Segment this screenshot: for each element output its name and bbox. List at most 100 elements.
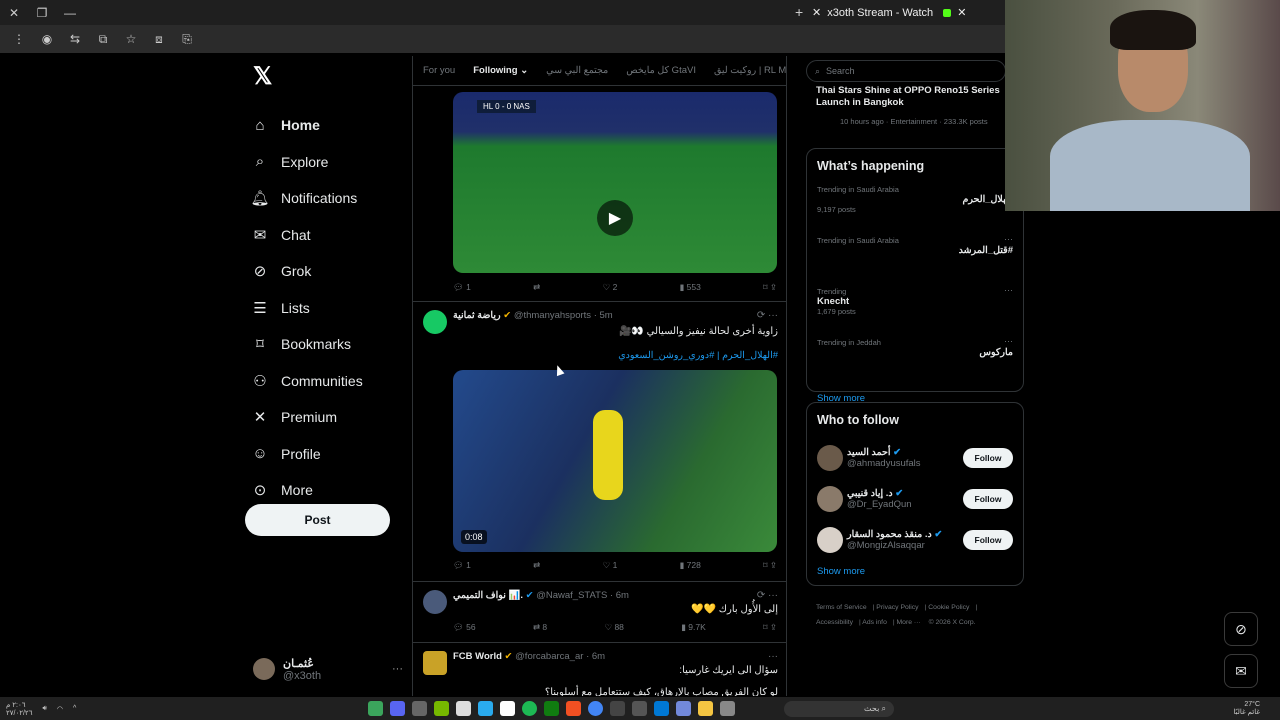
top-story[interactable]: Thai Stars Shine at OPPO Reno15 Series L… (816, 85, 1006, 126)
grok-icon[interactable]: ⊘ (1224, 612, 1258, 646)
app-icon[interactable] (610, 701, 625, 716)
like-button[interactable]: ♡ 1 (603, 560, 618, 571)
calculator-icon[interactable] (632, 701, 647, 716)
search-input[interactable]: ⌕ Search (806, 60, 1006, 82)
views-button[interactable]: ▮ 9.7K (681, 622, 706, 633)
app-icon[interactable] (456, 701, 471, 716)
translate-icon[interactable]: ⇆ (64, 32, 86, 46)
folder-icon[interactable] (698, 701, 713, 716)
new-tab-icon[interactable]: + (795, 4, 803, 20)
browser-tab[interactable]: ✕ x3oth Stream - Watch Live on K ✕ (812, 0, 977, 25)
nav-chat[interactable]: ✉ Chat (245, 217, 405, 254)
more-icon[interactable]: ··· (768, 651, 778, 662)
taskbar-search[interactable]: بحث ⌕ (784, 700, 894, 717)
avatar[interactable] (423, 590, 447, 614)
menu-icon[interactable]: ⋮ (8, 32, 30, 46)
app-icon[interactable] (676, 701, 691, 716)
retweet-button[interactable]: ⇄ (533, 282, 540, 293)
settings-icon[interactable] (412, 701, 427, 716)
more-icon[interactable]: ⟳ ··· (757, 590, 778, 601)
footer-link[interactable]: Terms of Service (816, 604, 867, 611)
nav-grok[interactable]: ⊘ Grok (245, 253, 405, 290)
trend-item[interactable]: Trending Knecht 1,679 posts ··· (807, 285, 1023, 336)
discord-icon[interactable] (390, 701, 405, 716)
bookmark-icon[interactable]: ⌑ ⇪ (763, 560, 777, 571)
reply-button[interactable]: 💬︎ 1 (453, 282, 471, 293)
tweet-author-name[interactable]: نواف التميمي 📊. (453, 590, 523, 601)
footer-link[interactable]: Privacy Policy (876, 604, 918, 611)
telegram-icon[interactable] (478, 701, 493, 716)
nvidia-icon[interactable] (434, 701, 449, 716)
follow-suggestion[interactable]: أحمد السيد ✔ @ahmadyusufals Follow (807, 437, 1023, 478)
nav-communities[interactable]: ⚇ Communities (245, 363, 405, 400)
reply-button[interactable]: 💬︎ 56 (453, 622, 476, 633)
close-window-icon[interactable]: ✕ (0, 6, 28, 20)
nav-profile[interactable]: ☺ Profile (245, 436, 405, 473)
more-icon[interactable]: ··· (392, 663, 403, 675)
footer-link[interactable]: More ··· (897, 619, 921, 626)
tweet-handle[interactable]: @forcabarca_ar (515, 651, 583, 662)
tweet-video[interactable]: 0:08 (453, 370, 777, 552)
tweet[interactable]: FCB World ✔ @forcabarca_ar · 6m ··· سؤال… (413, 642, 786, 696)
views-button[interactable]: ▮ 553 (680, 282, 701, 293)
play-icon[interactable]: ▶ (597, 200, 633, 236)
like-button[interactable]: ♡ 2 (603, 282, 618, 293)
bookmark-star-icon[interactable]: ☆ (120, 32, 142, 46)
tab-for-you[interactable]: For you (423, 65, 455, 76)
tab-following[interactable]: Following ⌄ (473, 65, 528, 76)
tweet-time[interactable]: · 6m (610, 590, 629, 601)
footer-link[interactable]: Accessibility (816, 619, 853, 626)
weather-widget[interactable]: 27°C غائم غالبًا (1233, 701, 1260, 717)
tweet-time[interactable]: · 6m (586, 651, 605, 662)
tab-community-gta[interactable]: كل مايخص GtaVI (626, 65, 696, 76)
tab-community-rl[interactable]: روكيت ليق | RL ME (714, 65, 786, 76)
trend-item[interactable]: Trending in Saudi Arabia #قتل_المرشد ··· (807, 234, 1023, 285)
follow-button[interactable]: Follow (963, 447, 1013, 468)
store-icon[interactable] (566, 701, 581, 716)
edge-icon[interactable] (654, 701, 669, 716)
close-tab-icon[interactable]: ✕ (812, 6, 821, 19)
bookmark-icon[interactable]: ⌑ ⇪ (763, 282, 777, 293)
avatar[interactable] (423, 310, 447, 334)
chrome-icon[interactable] (588, 701, 603, 716)
tweet[interactable]: نواف التميمي 📊. ✔ @Nawaf_STATS · 6m ⟳ ··… (413, 581, 786, 643)
trend-item[interactable]: Trending in Saudi Arabia الهلال_الحرم 9,… (807, 183, 1023, 234)
xbox-icon[interactable] (544, 701, 559, 716)
nav-lists[interactable]: ☰ Lists (245, 290, 405, 327)
close-icon[interactable]: ✕ (957, 6, 966, 19)
nav-bookmarks[interactable]: ⌑ Bookmarks (245, 326, 405, 363)
views-button[interactable]: ▮ 728 (680, 560, 701, 571)
restore-window-icon[interactable]: ❐ (28, 6, 56, 20)
tweet-video[interactable]: HL 0 - 0 NAS ▶ (453, 92, 777, 273)
nav-notifications[interactable]: 🔔︎ Notifications (245, 180, 405, 217)
cast-icon[interactable]: ⎘ (176, 32, 198, 47)
app-icon[interactable] (720, 701, 735, 716)
footer-link[interactable]: Cookie Policy (928, 604, 969, 611)
avatar[interactable] (817, 526, 843, 553)
tweet-author-name[interactable]: FCB World (453, 651, 502, 662)
follow-suggestion[interactable]: د. إياد قنيبي ✔ @Dr_EyadQun Follow (807, 478, 1023, 519)
show-more-link[interactable]: Show more (807, 560, 1023, 589)
more-icon[interactable]: ··· (1004, 234, 1013, 244)
reply-button[interactable]: 💬︎ 1 (453, 560, 471, 571)
more-icon[interactable]: ··· (1004, 285, 1013, 295)
tweet-time[interactable]: · 5m (594, 310, 613, 321)
more-icon[interactable]: ··· (1004, 336, 1013, 346)
tweet-handle[interactable]: @thmanyahsports (514, 310, 591, 321)
account-switcher[interactable]: عُثمـان @x3oth ··· (253, 654, 403, 684)
avatar[interactable] (817, 485, 843, 512)
nav-explore[interactable]: ⌕ Explore (245, 144, 405, 181)
like-button[interactable]: ♡ 88 (604, 622, 623, 633)
spotify-icon[interactable] (522, 701, 537, 716)
extensions-icon[interactable]: ⧉ (92, 32, 114, 47)
avatar[interactable] (423, 651, 447, 675)
app-icon[interactable] (368, 701, 383, 716)
profile-icon[interactable]: ◉ (36, 32, 58, 46)
trend-item[interactable]: Trending in Jeddah ماركوس ··· (807, 336, 1023, 387)
tweet-hashtags[interactable]: #الهلال_الحرم | #دوري_روشن_السعودي (618, 350, 778, 361)
nav-premium[interactable]: ✕ Premium (245, 399, 405, 436)
retweet-button[interactable]: ⇄ (533, 560, 540, 571)
nav-home[interactable]: ⌂ Home (245, 107, 405, 144)
retweet-button[interactable]: ⇄ 8 (533, 622, 547, 633)
tweet-handle[interactable]: @Nawaf_STATS (536, 590, 607, 601)
